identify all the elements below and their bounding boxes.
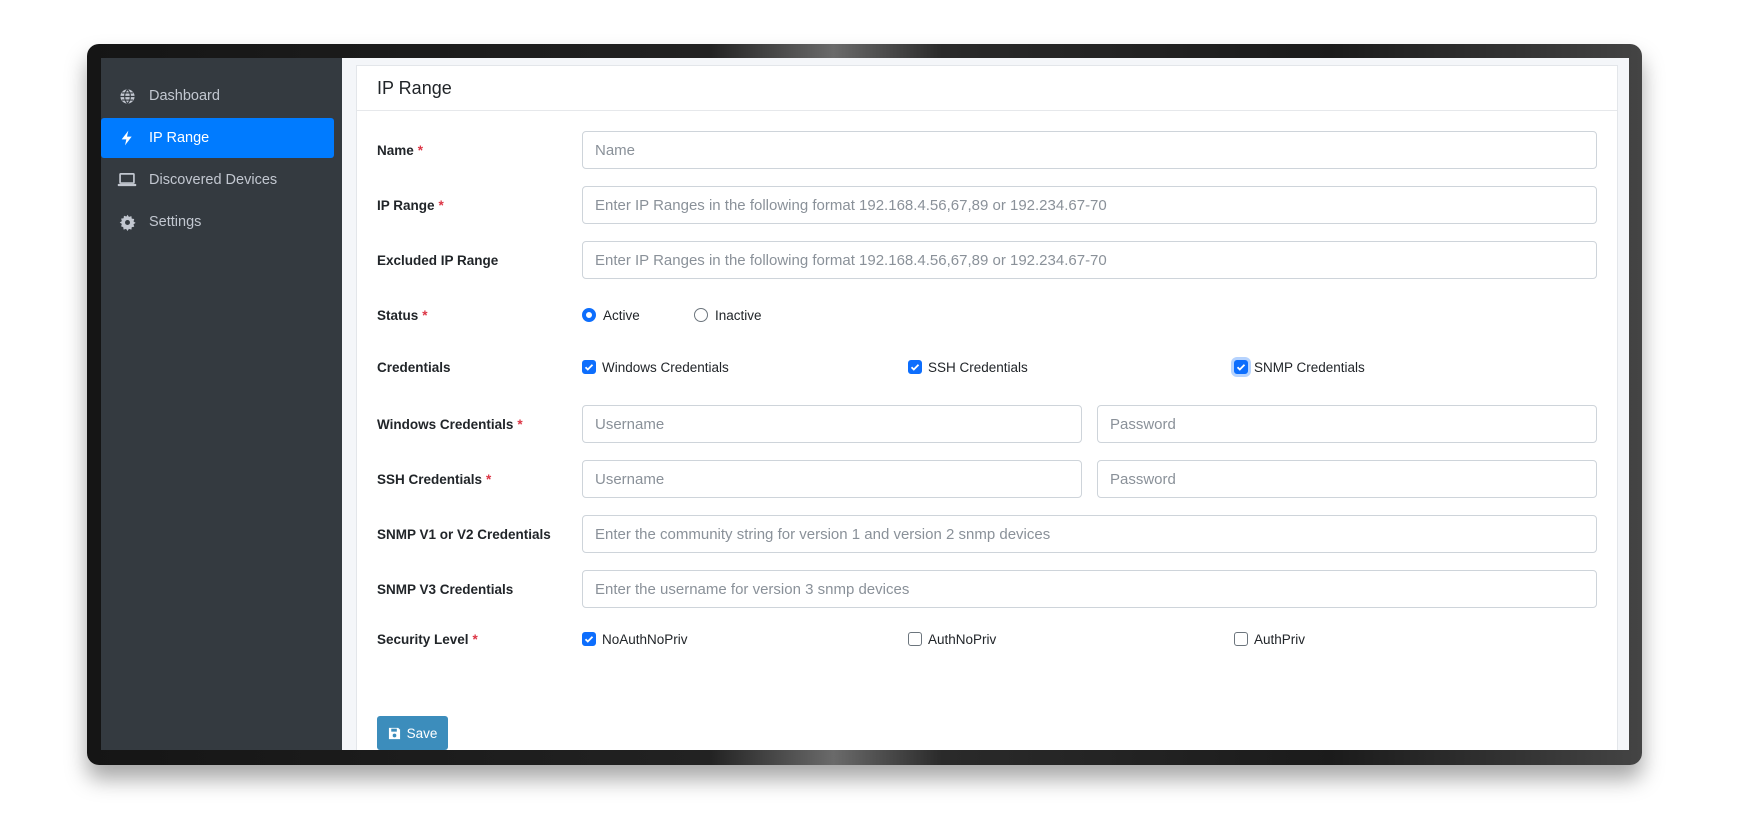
credentials-label: Credentials bbox=[377, 359, 451, 375]
ssh-credentials-option[interactable]: SSH Credentials bbox=[908, 360, 1234, 375]
ip-range-input[interactable] bbox=[582, 186, 1597, 224]
security-level-label: Security Level * bbox=[377, 631, 478, 647]
ip-range-label: IP Range * bbox=[377, 197, 444, 213]
excluded-ip-range-label: Excluded IP Range bbox=[377, 252, 499, 268]
ip-range-row: IP Range * bbox=[377, 186, 1597, 224]
authnopriv-checkbox[interactable] bbox=[908, 632, 922, 646]
ssh-username-input[interactable] bbox=[582, 460, 1082, 498]
windows-username-input[interactable] bbox=[582, 405, 1082, 443]
snmp-v1-v2-input[interactable] bbox=[582, 515, 1597, 553]
name-input[interactable] bbox=[582, 131, 1597, 169]
ip-range-card: IP Range Name* IP Range* Excluded IP Ran… bbox=[356, 65, 1618, 750]
status-active-option[interactable]: Active bbox=[582, 308, 694, 323]
sidebar-item-label: IP Range bbox=[149, 130, 210, 146]
noauthnopriv-checkbox[interactable] bbox=[582, 632, 596, 646]
app-window: Dashboard IP Range Discovered Devices Se… bbox=[101, 58, 1629, 750]
save-button[interactable]: Save bbox=[377, 716, 448, 750]
noauthnopriv-option[interactable]: NoAuthNoPriv bbox=[582, 632, 908, 647]
windows-credentials-row: Windows Credentials * bbox=[377, 405, 1597, 443]
status-row: Status * Active Inactive bbox=[377, 296, 1597, 334]
sidebar-item-discovered-devices[interactable]: Discovered Devices bbox=[101, 160, 342, 200]
excluded-ip-range-row: Excluded IP Range bbox=[377, 241, 1597, 279]
name-row: Name * bbox=[377, 131, 1597, 169]
bolt-icon bbox=[117, 128, 137, 148]
snmp-credentials-checkbox[interactable] bbox=[1234, 360, 1248, 374]
sidebar-item-ip-range[interactable]: IP Range bbox=[101, 118, 334, 158]
status-label: Status * bbox=[377, 307, 428, 323]
windows-credentials-option[interactable]: Windows Credentials bbox=[582, 360, 908, 375]
name-label: Name * bbox=[377, 142, 424, 158]
sidebar-item-label: Discovered Devices bbox=[149, 172, 278, 188]
ssh-credentials-row: SSH Credentials * bbox=[377, 460, 1597, 498]
snmp-v3-row: SNMP V3 Credentials bbox=[377, 570, 1597, 608]
snmp-v3-label: SNMP V3 Credentials bbox=[377, 581, 514, 597]
ssh-credentials-checkbox[interactable] bbox=[908, 360, 922, 374]
snmp-v1-v2-row: SNMP V1 or V2 Credentials bbox=[377, 515, 1597, 553]
snmp-v1-v2-label: SNMP V1 or V2 Credentials bbox=[377, 526, 551, 542]
card-title: IP Range bbox=[357, 66, 1617, 111]
credentials-row: Credentials Windows Credentials SSH Cred… bbox=[377, 348, 1597, 386]
ssh-password-input[interactable] bbox=[1097, 460, 1597, 498]
ssh-credentials-label: SSH Credentials * bbox=[377, 471, 492, 487]
authnopriv-option[interactable]: AuthNoPriv bbox=[908, 632, 1234, 647]
snmp-credentials-option[interactable]: SNMP Credentials bbox=[1234, 360, 1365, 375]
status-inactive-radio[interactable] bbox=[694, 308, 708, 322]
security-level-row: Security Level * NoAuthNoPriv AuthNoPriv … bbox=[377, 620, 1597, 658]
windows-credentials-label: Windows Credentials * bbox=[377, 416, 523, 432]
sidebar: Dashboard IP Range Discovered Devices Se… bbox=[101, 58, 342, 750]
laptop-icon bbox=[117, 170, 137, 190]
excluded-ip-range-input[interactable] bbox=[582, 241, 1597, 279]
sidebar-item-label: Settings bbox=[149, 214, 202, 230]
floppy-disk-icon bbox=[388, 727, 400, 739]
status-inactive-option[interactable]: Inactive bbox=[694, 308, 762, 323]
globe-icon bbox=[117, 86, 137, 106]
sidebar-item-label: Dashboard bbox=[149, 88, 220, 104]
snmp-v3-input[interactable] bbox=[582, 570, 1597, 608]
gear-icon bbox=[117, 212, 137, 232]
main-content: IP Range Name* IP Range* Excluded IP Ran… bbox=[342, 58, 1629, 750]
sidebar-item-dashboard[interactable]: Dashboard bbox=[101, 76, 342, 116]
authpriv-option[interactable]: AuthPriv bbox=[1234, 632, 1305, 647]
windows-credentials-checkbox[interactable] bbox=[582, 360, 596, 374]
windows-password-input[interactable] bbox=[1097, 405, 1597, 443]
authpriv-checkbox[interactable] bbox=[1234, 632, 1248, 646]
status-active-radio[interactable] bbox=[582, 308, 596, 322]
sidebar-item-settings[interactable]: Settings bbox=[101, 202, 342, 242]
